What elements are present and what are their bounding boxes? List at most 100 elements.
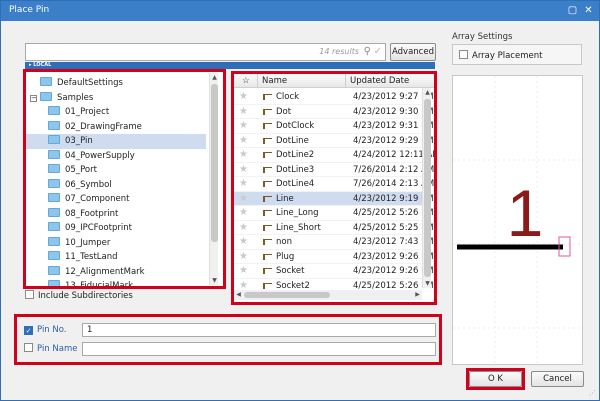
- ok-button[interactable]: O K: [469, 371, 522, 387]
- pin-preview-canvas: 1: [453, 76, 582, 364]
- list-item-name: DotLine: [276, 135, 309, 146]
- tree-item[interactable]: 06_Symbol: [26, 178, 206, 193]
- favorite-star-icon[interactable]: ★: [239, 192, 248, 207]
- folder-icon: [48, 106, 60, 115]
- list-item[interactable]: ★ Dot 4/23/2012 9:30 PM: [234, 105, 434, 120]
- tree-item-label: DefaultSettings: [57, 78, 123, 88]
- favorite-star-icon[interactable]: ★: [239, 119, 248, 134]
- scroll-down-icon[interactable]: ▼: [423, 279, 432, 288]
- tree-scrollbar[interactable]: ▲ ▼: [209, 73, 218, 285]
- list-hscrollbar[interactable]: ◀ ▶: [234, 290, 422, 300]
- scroll-up-icon[interactable]: ▲: [423, 88, 432, 97]
- favorite-star-icon[interactable]: ★: [239, 264, 248, 279]
- tree-item[interactable]: 05_Port: [26, 163, 206, 178]
- tree-item[interactable]: 13_FiducialMark: [26, 279, 206, 286]
- list-item-name: Clock: [276, 92, 300, 102]
- tree-item-label: 05_Port: [65, 165, 97, 175]
- favorite-star-icon[interactable]: ★: [239, 177, 248, 192]
- tree-item[interactable]: − Samples: [26, 91, 206, 106]
- tree-item-label: Samples: [57, 92, 94, 103]
- list-header: ☆ Name Updated Date: [234, 74, 434, 88]
- pin-symbol-icon: [263, 137, 272, 144]
- column-updated-date[interactable]: Updated Date: [346, 74, 434, 88]
- search-icon[interactable]: ⚲: [364, 46, 371, 57]
- favorite-star-icon[interactable]: ★: [239, 163, 248, 178]
- list-hscroll-thumb[interactable]: [244, 292, 330, 298]
- tree-item-label: 12_AlignmentMark: [65, 266, 145, 277]
- list-item[interactable]: ★ DotLine2 4/24/2012 12:11 AM: [234, 148, 434, 163]
- list-item[interactable]: ★ DotClock 4/23/2012 9:31 PM: [234, 119, 434, 134]
- folder-icon: [48, 135, 60, 144]
- search-input[interactable]: 14 results ⚲ ✓: [25, 43, 386, 61]
- list-item[interactable]: ★ DotLine4 7/26/2014 2:13 AM: [234, 177, 434, 192]
- tree-item[interactable]: 11_TestLand: [26, 250, 206, 265]
- pin-list[interactable]: ☆ Name Updated Date ★ Clock 4/23/2012 9:27…: [234, 74, 434, 302]
- favorite-star-icon[interactable]: ★: [239, 250, 248, 265]
- favorite-star-icon[interactable]: ★: [239, 90, 248, 105]
- list-item[interactable]: ★ DotLine3 7/26/2014 2:12 AM: [234, 163, 434, 178]
- list-item[interactable]: ★ Clock 4/23/2012 9:27 PM: [234, 90, 434, 105]
- tree-item[interactable]: 03_Pin: [26, 134, 206, 149]
- favorite-star-icon[interactable]: ★: [239, 148, 248, 163]
- pin-symbol-icon: [263, 268, 272, 274]
- pin-no-checkbox[interactable]: ✓: [24, 326, 33, 335]
- folder-icon: [48, 265, 60, 275]
- favorite-star-icon[interactable]: ★: [239, 105, 248, 120]
- list-item[interactable]: ★ Line_Short 4/25/2012 5:25 PM: [234, 221, 434, 236]
- list-item[interactable]: ★ Line_Long 4/25/2012 5:26 PM: [234, 206, 434, 221]
- tree-item[interactable]: 08_Footprint: [26, 207, 206, 222]
- tree-item[interactable]: 09_IPCFootprint: [26, 221, 206, 236]
- collapse-icon[interactable]: −: [30, 94, 37, 102]
- check-icon[interactable]: ✓: [374, 46, 382, 57]
- pin-name-checkbox[interactable]: [24, 343, 33, 352]
- local-scope-bar[interactable]: ▸ LOCAL: [25, 62, 435, 69]
- tree-item[interactable]: 07_Component: [26, 192, 206, 207]
- scroll-down-icon[interactable]: ▼: [210, 276, 219, 285]
- list-item[interactable]: ★ Plug 4/23/2012 9:26 PM: [234, 250, 434, 265]
- column-star[interactable]: ☆: [234, 74, 258, 88]
- tree-item[interactable]: 12_AlignmentMark: [26, 265, 206, 280]
- include-subdirectories-checkbox[interactable]: [25, 290, 34, 299]
- window-title: Place Pin: [9, 5, 50, 15]
- favorite-star-icon[interactable]: ★: [239, 206, 248, 221]
- tree-item-label: 04_PowerSupply: [65, 150, 135, 161]
- tree-item-label: 07_Component: [65, 194, 130, 204]
- array-placement[interactable]: Array Placement: [459, 50, 542, 61]
- scroll-left-icon[interactable]: ◀: [234, 290, 243, 300]
- pin-name-input[interactable]: [82, 342, 436, 356]
- favorite-star-icon[interactable]: ★: [239, 221, 248, 236]
- folder-icon: [48, 193, 60, 202]
- array-placement-checkbox[interactable]: [459, 50, 468, 59]
- list-item[interactable]: ★ Line 4/23/2012 9:19 PM: [234, 191, 434, 207]
- pin-symbol-icon: [263, 166, 272, 173]
- close-icon[interactable]: ✕: [582, 4, 595, 17]
- resize-grip-icon[interactable]: ⋰: [589, 389, 596, 397]
- scroll-right-icon[interactable]: ▶: [413, 290, 422, 300]
- tree-item[interactable]: 02_DrawingFrame: [26, 120, 206, 135]
- list-item[interactable]: ★ Socket 4/23/2012 9:26 PM: [234, 264, 434, 279]
- list-scroll-thumb[interactable]: [424, 99, 431, 277]
- list-item-name: non: [276, 237, 292, 247]
- folder-tree[interactable]: DefaultSettings − Samples 01_Project 02_Draw…: [26, 72, 223, 286]
- favorite-star-icon[interactable]: ★: [239, 134, 248, 149]
- include-subdirectories[interactable]: Include Subdirectories: [25, 290, 133, 302]
- tree-item[interactable]: 01_Project: [26, 105, 206, 120]
- pin-no-input[interactable]: 1: [82, 323, 436, 337]
- pin-symbol-icon: [263, 224, 272, 231]
- list-scrollbar[interactable]: ▲ ▼: [422, 88, 431, 288]
- tree-scroll-thumb[interactable]: [211, 84, 218, 242]
- restore-icon[interactable]: ▢: [566, 4, 579, 17]
- pin-symbol-icon: [263, 94, 272, 100]
- list-item-name: Line: [276, 193, 294, 204]
- list-item[interactable]: ★ non 4/23/2012 7:43 PM: [234, 235, 434, 250]
- tree-item[interactable]: DefaultSettings: [26, 76, 206, 91]
- tree-item[interactable]: 10_Jumper: [26, 236, 206, 251]
- list-item[interactable]: ★ DotLine 4/23/2012 9:29 PM: [234, 134, 434, 149]
- advanced-button[interactable]: Advanced: [390, 43, 436, 61]
- pin-symbol-icon: [263, 210, 272, 216]
- column-name[interactable]: Name: [258, 74, 346, 88]
- cancel-button[interactable]: Cancel: [531, 371, 584, 387]
- tree-item[interactable]: 04_PowerSupply: [26, 149, 206, 164]
- scroll-up-icon[interactable]: ▲: [210, 73, 219, 82]
- favorite-star-icon[interactable]: ★: [239, 235, 248, 250]
